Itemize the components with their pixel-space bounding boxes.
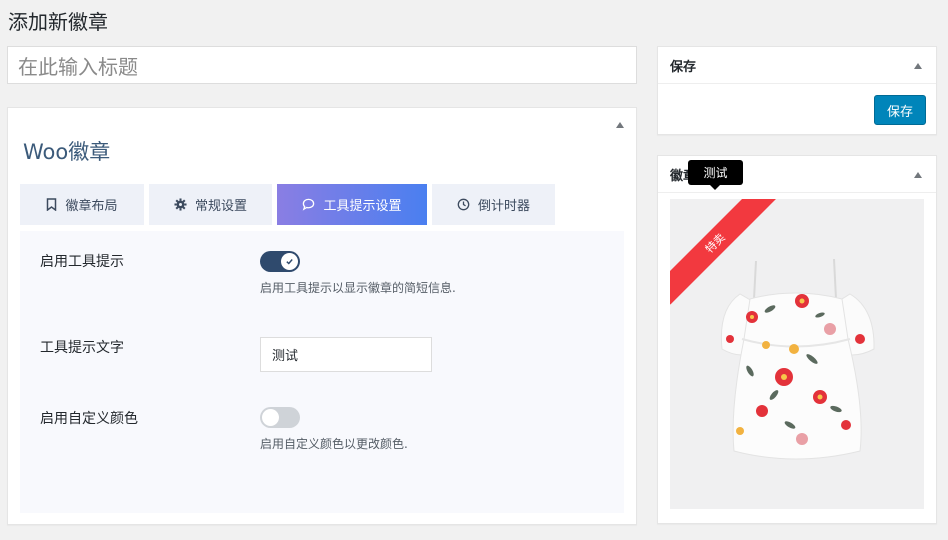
title-input[interactable]: 在此输入标题 — [7, 46, 637, 84]
tooltip-text-label: 工具提示文字 — [40, 340, 124, 356]
tab-label: 常规设置 — [194, 199, 247, 214]
speech-bubble-icon — [303, 198, 315, 211]
box-heading: Woo徽章 — [23, 140, 111, 164]
enable-tooltip-help: 启用工具提示以显示徽章的简短信息. — [260, 281, 456, 295]
badge-settings-box: Woo徽章 徽章布局 常规设置 工具提示设置 倒计时器 启用工具提示 启用工具提… — [7, 107, 637, 525]
clock-icon — [457, 198, 470, 211]
save-box-header[interactable]: 保存 — [658, 47, 936, 84]
custom-color-label: 启用自定义颜色 — [40, 411, 138, 427]
collapse-arrow-icon[interactable] — [616, 122, 624, 128]
tooltip-text-input[interactable]: 测试 — [260, 337, 432, 372]
collapse-arrow-icon[interactable] — [914, 172, 922, 178]
tab-countdown-timer[interactable]: 倒计时器 — [432, 184, 555, 225]
preview-box-header[interactable]: 徽章 测试 — [658, 156, 936, 193]
toggle-knob — [281, 253, 298, 270]
tab-badge-layout[interactable]: 徽章布局 — [20, 184, 144, 225]
collapse-arrow-icon[interactable] — [914, 63, 922, 69]
title-placeholder: 在此输入标题 — [18, 54, 138, 79]
tab-label: 倒计时器 — [477, 199, 530, 214]
product-image: 特卖 — [670, 199, 924, 509]
checkmark-icon — [286, 259, 293, 265]
page-title: 添加新徽章 — [8, 10, 108, 34]
save-box: 保存 保存 — [657, 46, 937, 135]
enable-tooltip-toggle[interactable] — [260, 251, 300, 272]
toggle-knob — [262, 409, 279, 426]
tab-label: 徽章布局 — [65, 199, 118, 214]
bookmark-icon — [47, 198, 57, 211]
tooltip-bubble: 测试 — [688, 160, 743, 190]
tab-label: 工具提示设置 — [323, 199, 402, 214]
save-box-title: 保存 — [670, 59, 697, 75]
tab-general-settings[interactable]: 常规设置 — [149, 184, 272, 225]
gear-icon — [174, 198, 187, 211]
settings-tabs: 徽章布局 常规设置 工具提示设置 倒计时器 — [20, 184, 555, 225]
badge-preview-box: 徽章 测试 特卖 — [657, 155, 937, 524]
custom-color-toggle[interactable] — [260, 407, 300, 428]
enable-tooltip-label: 启用工具提示 — [40, 254, 124, 270]
tooltip-settings-panel: 启用工具提示 启用工具提示以显示徽章的简短信息. 工具提示文字 测试 启用自定义… — [20, 231, 624, 513]
save-button[interactable]: 保存 — [874, 95, 926, 125]
tab-tooltip-settings[interactable]: 工具提示设置 — [277, 184, 427, 225]
custom-color-help: 启用自定义颜色以更改颜色. — [260, 437, 408, 451]
